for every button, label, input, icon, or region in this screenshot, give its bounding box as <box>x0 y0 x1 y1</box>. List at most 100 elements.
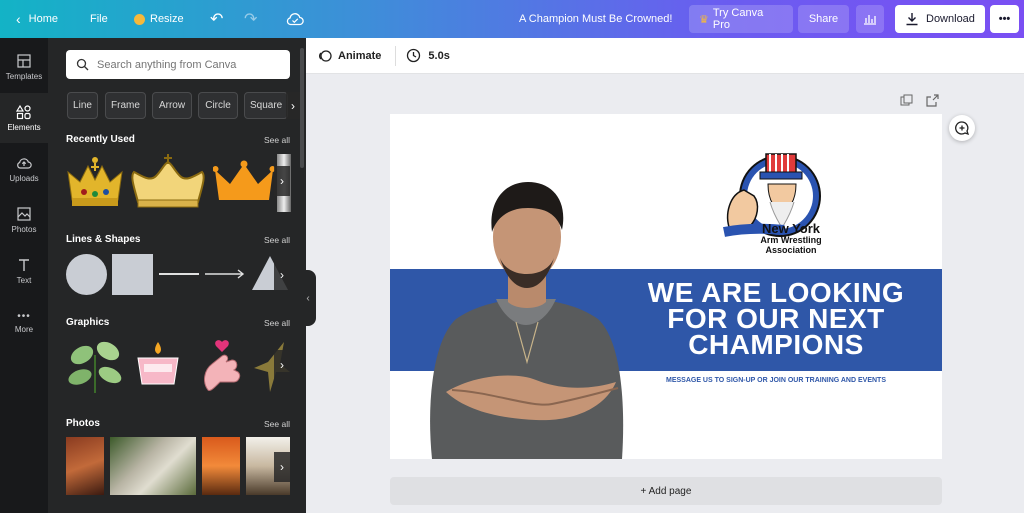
section-title-recently-used: Recently Used <box>66 134 135 145</box>
elements-icon <box>16 104 31 120</box>
subline-text[interactable]: MESSAGE US TO SIGN-UP OR JOIN OUR TRAINI… <box>630 377 922 384</box>
panel-scrollbar[interactable] <box>300 48 304 168</box>
rail-item-uploads[interactable]: Uploads <box>0 144 48 194</box>
arrow-shape-thumb[interactable] <box>204 268 246 280</box>
animate-icon <box>319 49 332 62</box>
photo-thumb-2[interactable] <box>110 437 196 495</box>
photo-thumb-3[interactable] <box>202 437 240 495</box>
rail-label: Photos <box>11 225 37 234</box>
section-title-photos: Photos <box>66 418 100 429</box>
clock-icon <box>407 48 421 63</box>
more-options-button[interactable]: ••• <box>990 5 1019 33</box>
crown-icon: ♛ <box>699 13 709 26</box>
section-title-graphics: Graphics <box>66 317 110 328</box>
chevron-right-icon: › <box>280 174 284 188</box>
add-comment-button[interactable] <box>949 115 975 141</box>
resize-button[interactable]: Resize <box>124 5 194 33</box>
crown-orange-thumb[interactable] <box>213 160 275 206</box>
see-all-recently-used[interactable]: See all <box>264 135 290 145</box>
chip-label: Square <box>250 100 283 111</box>
document-title[interactable]: A Champion Must Be Crowned! <box>519 0 672 38</box>
photo-thumb-1[interactable] <box>66 437 104 495</box>
rail-item-elements[interactable]: Elements <box>0 93 48 143</box>
try-pro-label: Try Canva Pro <box>712 7 764 31</box>
candle-graphic-thumb[interactable] <box>134 340 182 386</box>
chip-arrow[interactable]: Arrow <box>152 92 192 119</box>
redo-button[interactable]: ↷ <box>234 5 267 33</box>
headline-line-3: CHAMPIONS <box>688 329 864 360</box>
line-shape-thumb[interactable] <box>159 273 199 275</box>
try-canva-pro-button[interactable]: ♛ Try Canva Pro <box>689 5 793 33</box>
crown-gold-jeweled-thumb[interactable] <box>66 154 124 210</box>
shapes-scroll-right-button[interactable]: › <box>274 260 290 290</box>
ellipsis-icon: ••• <box>998 13 1011 25</box>
square-shape-thumb[interactable] <box>112 254 153 295</box>
chips-scroll-right-button[interactable]: › <box>286 92 300 119</box>
home-label: Home <box>28 13 59 25</box>
rail-item-more[interactable]: ••• More <box>0 297 48 347</box>
chevron-right-icon: › <box>280 268 284 282</box>
chip-label: Frame <box>111 100 140 111</box>
bar-chart-icon <box>864 15 876 25</box>
chip-circle[interactable]: Circle <box>198 92 238 119</box>
chip-frame[interactable]: Frame <box>105 92 146 119</box>
rail-label: Templates <box>5 72 43 81</box>
redo-icon: ↷ <box>244 11 258 28</box>
photos-scroll-right-button[interactable]: › <box>274 452 290 482</box>
chip-label: Circle <box>205 100 231 111</box>
duration-button[interactable]: 5.0s <box>406 48 450 63</box>
file-menu-button[interactable]: File <box>80 5 118 33</box>
chevron-right-icon: › <box>280 358 284 372</box>
document-title-text: A Champion Must Be Crowned! <box>519 13 673 25</box>
text-icon <box>19 259 29 271</box>
file-label: File <box>90 13 108 25</box>
crown-badge-icon <box>134 13 145 25</box>
collapse-panel-button[interactable]: ‹ <box>300 270 316 326</box>
recent-scroll-right-button[interactable]: › <box>274 166 290 196</box>
animate-button[interactable]: Animate <box>318 49 381 63</box>
crown-gold-outline-thumb[interactable] <box>128 152 208 210</box>
top-bar: ‹ Home File Resize ↶ ↷ A Champion Must B… <box>0 0 1024 38</box>
comment-plus-icon <box>955 121 970 136</box>
logo-text: New York Arm Wrestling Association <box>756 222 826 255</box>
duplicate-page-icon[interactable] <box>900 94 913 107</box>
cloud-save-button[interactable] <box>276 5 314 33</box>
share-button[interactable]: Share <box>798 5 849 33</box>
see-all-photos[interactable]: See all <box>264 419 290 429</box>
headline[interactable]: WE ARE LOOKING FOR OUR NEXT CHAMPIONS <box>630 279 922 360</box>
chip-line[interactable]: Line <box>67 92 98 119</box>
see-all-graphics[interactable]: See all <box>264 318 290 328</box>
editor-toolbar: Animate 5.0s <box>306 38 1024 74</box>
chip-square[interactable]: Square <box>244 92 288 119</box>
chevron-right-icon: › <box>291 98 295 113</box>
design-canvas[interactable]: New York Arm Wrestling Association WE AR… <box>390 114 942 459</box>
toolbar-divider <box>395 45 397 66</box>
rail-item-text[interactable]: Text <box>0 246 48 296</box>
see-all-lines-shapes[interactable]: See all <box>264 235 290 245</box>
chevron-right-icon: › <box>280 460 284 474</box>
rail-item-templates[interactable]: Templates <box>0 42 48 92</box>
finger-heart-graphic-thumb[interactable] <box>200 338 244 394</box>
rail-item-photos[interactable]: Photos <box>0 195 48 245</box>
chip-label: Arrow <box>158 100 186 111</box>
graphics-scroll-right-button[interactable]: › <box>274 350 290 380</box>
uploads-icon <box>17 158 32 169</box>
add-page-button[interactable]: + Add page <box>390 477 942 505</box>
home-button[interactable]: ‹ Home <box>6 5 68 33</box>
search-box[interactable] <box>66 50 290 79</box>
add-page-label: + Add page <box>640 485 692 497</box>
rail-label: More <box>14 324 34 334</box>
chevron-left-icon: ‹ <box>306 292 310 304</box>
download-icon <box>906 13 918 26</box>
plant-leaves-graphic-thumb[interactable] <box>66 335 124 395</box>
add-page-icon[interactable] <box>926 94 939 107</box>
insights-button[interactable] <box>856 5 884 33</box>
circle-shape-thumb[interactable] <box>66 254 107 295</box>
download-button[interactable]: Download <box>895 5 985 33</box>
logo-text-line-3: Association <box>765 245 817 255</box>
person-photo <box>430 182 624 459</box>
search-input[interactable] <box>97 58 277 71</box>
logo-text-line-2: Arm Wrestling <box>760 235 822 245</box>
undo-button[interactable]: ↶ <box>200 5 233 33</box>
cloud-icon <box>286 13 304 26</box>
